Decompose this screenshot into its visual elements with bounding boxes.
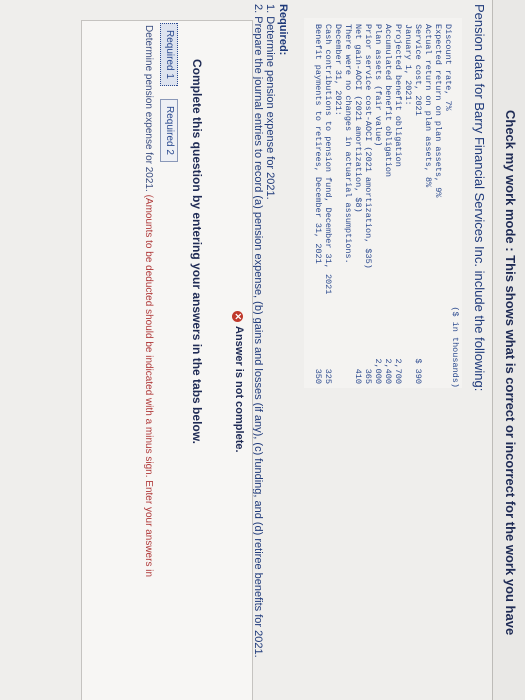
rotated-screenshot: Check my work mode : This shows what is … (0, 0, 525, 700)
banner-text: Check my work mode : This shows what is … (503, 110, 518, 636)
check-my-work-banner: Check my work mode : This shows what is … (492, 0, 525, 700)
problem-intro: Pension data for Barry Financial Service… (472, 4, 487, 392)
required-title: Required: (277, 4, 289, 56)
units-header: ($ in thousands) (450, 306, 460, 388)
pension-data-table: ($ in thousands) Discount rate, 7% Expec… (304, 18, 462, 388)
status-message: ✕ Answer is not complete. (232, 311, 245, 453)
error-x-icon: ✕ (232, 311, 243, 322)
tab-required-1[interactable]: Required 1 (160, 23, 178, 86)
required-item-1: 1. Determine pension expense for 2021. (264, 4, 276, 200)
tab-required-2[interactable]: Required 2 (160, 99, 178, 162)
instruction-text: Complete this question by entering your … (190, 59, 204, 444)
required-item-2: 2. Prepare the journal entries to record… (252, 4, 264, 658)
determine-instruction: Determine pension expense for 2021. (Amo… (143, 25, 154, 577)
status-text: Answer is not complete. (233, 326, 245, 453)
answer-panel: ✕ Answer is not complete. Complete this q… (81, 20, 253, 700)
